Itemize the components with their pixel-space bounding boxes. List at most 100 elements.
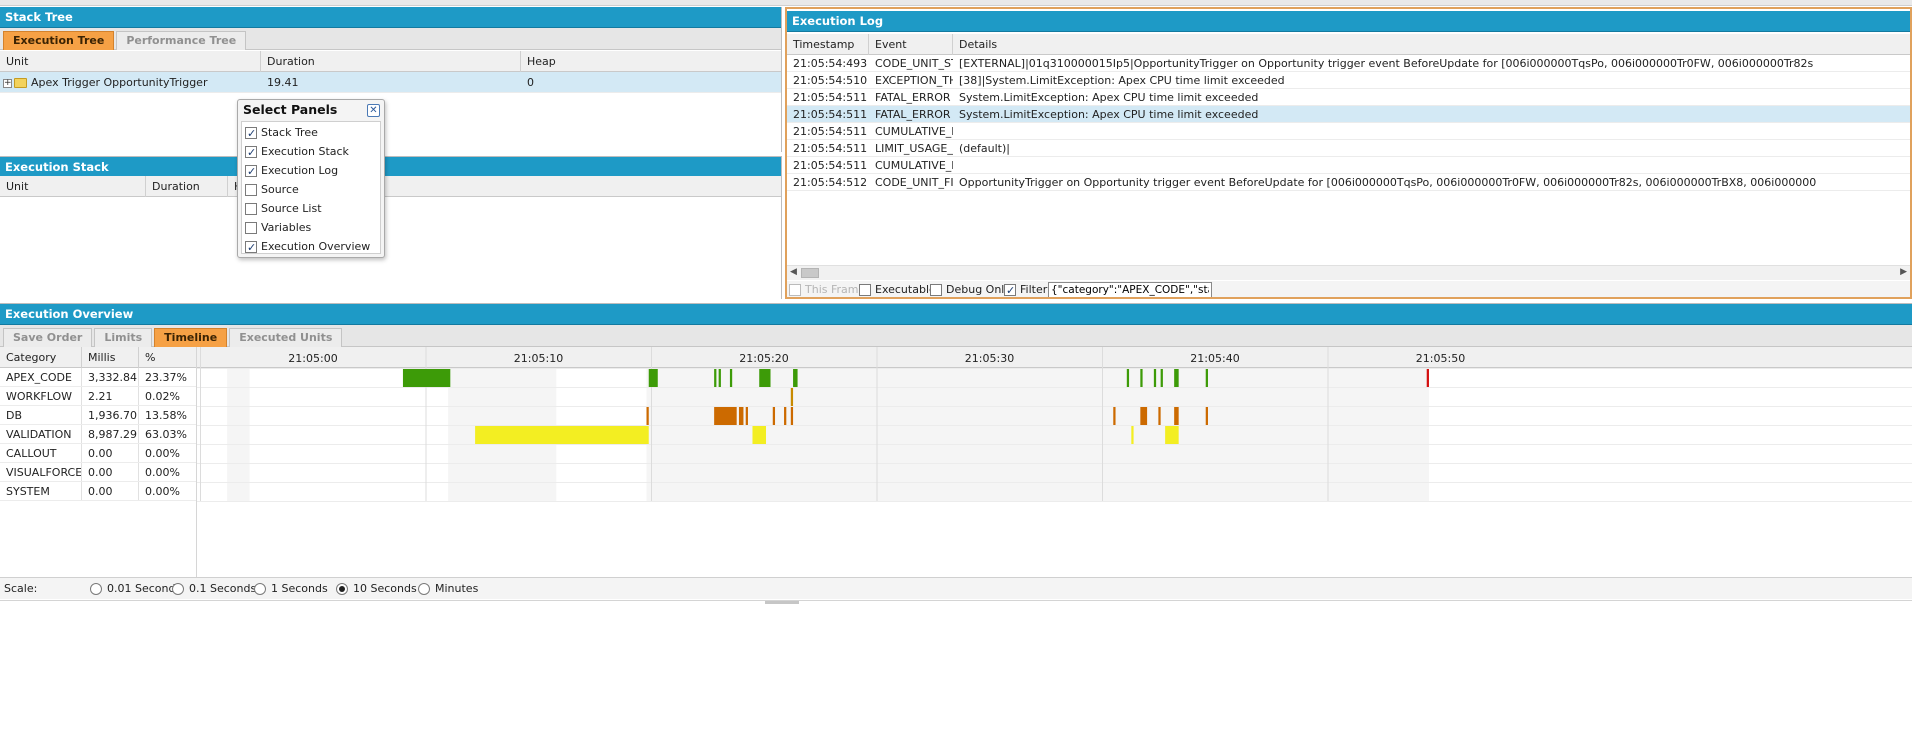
log-row[interactable]: 21:05:54:511 FATAL_ERROR System.LimitExcep…	[787, 106, 1910, 123]
percent-cell: 0.02%	[139, 387, 197, 405]
timeline-event-bar	[714, 369, 717, 387]
checkbox-icon[interactable]	[245, 239, 257, 257]
col-millis[interactable]: Millis	[82, 347, 139, 368]
col-category[interactable]: Category	[0, 347, 82, 368]
log-row[interactable]: 21:05:54:511 CUMULATIVE_L...	[787, 123, 1910, 140]
details-cell: [EXTERNAL]|01q310000015Ip5|OpportunityTr…	[959, 57, 1814, 70]
tab-performance-tree[interactable]: Performance Tree	[116, 31, 247, 50]
scroll-left-icon[interactable]: ◀	[790, 267, 797, 277]
log-row[interactable]: 21:05:54:511 CUMULATIVE_L...	[787, 157, 1910, 174]
log-row[interactable]: 21:05:54:512 CODE_UNIT_FI... OpportunityTr…	[787, 174, 1910, 191]
select-panels-list: Stack Tree Execution Stack Execution Log…	[241, 121, 381, 257]
percent-cell: 0.00%	[139, 444, 197, 462]
tab-execution-tree[interactable]: Execution Tree	[3, 31, 115, 50]
timestamp-cell: 21:05:54:511	[793, 125, 868, 138]
horizontal-scrollbar[interactable]: ◀ ▶	[787, 265, 1910, 280]
scale-option-0-1[interactable]: 0.1 Seconds	[172, 578, 256, 600]
radio-icon[interactable]	[90, 583, 102, 595]
scale-option-10[interactable]: 10 Seconds	[336, 578, 417, 600]
panel-option-label: Source	[261, 183, 299, 196]
category-cell: APEX_CODE	[0, 368, 82, 386]
radio-icon[interactable]	[254, 583, 266, 595]
log-row[interactable]: 21:05:54:511 LIMIT_USAGE_... (default)|	[787, 140, 1910, 157]
timeline-event-bar	[1205, 369, 1208, 387]
timeline-event-bar	[759, 369, 771, 387]
timeline-event-bar	[729, 369, 733, 387]
tab-limits[interactable]: Limits	[94, 328, 153, 347]
timeline-event-bar	[1131, 426, 1134, 444]
details-cell: System.LimitException: Apex CPU time lim…	[959, 108, 1259, 121]
log-row[interactable]: 21:05:54:511 FATAL_ERROR System.LimitExcep…	[787, 89, 1910, 106]
checkbox-icon[interactable]	[930, 284, 942, 296]
col-unit[interactable]: Unit	[0, 51, 261, 72]
radio-icon[interactable]	[172, 583, 184, 595]
event-cell: CUMULATIVE_L...	[875, 159, 953, 172]
col-details[interactable]: Details	[953, 34, 1910, 55]
category-cell: DB	[0, 406, 82, 424]
col-timestamp[interactable]: Timestamp	[787, 34, 869, 55]
checkbox-icon[interactable]	[245, 125, 257, 143]
checkbox-icon[interactable]	[245, 203, 257, 215]
checkbox-icon[interactable]	[245, 184, 257, 196]
expand-icon[interactable]: +	[3, 78, 12, 88]
col-unit[interactable]: Unit	[0, 176, 146, 197]
panel-option-label: Stack Tree	[261, 126, 318, 139]
tab-executed-units[interactable]: Executed Units	[229, 328, 343, 347]
col-event[interactable]: Event	[869, 34, 953, 55]
checkbox-icon[interactable]	[1004, 282, 1016, 297]
filter-option[interactable]: Filter	[1004, 281, 1048, 297]
col-duration[interactable]: Duration	[261, 51, 521, 72]
timeline-header-bg	[197, 347, 1912, 368]
col-duration[interactable]: Duration	[146, 176, 228, 197]
panel-option-execution-overview[interactable]: Execution Overview	[245, 238, 370, 257]
scale-option-label: 10 Seconds	[353, 582, 417, 595]
timeline-event-bar	[1174, 369, 1179, 387]
panel-option-execution-stack[interactable]: Execution Stack	[245, 143, 349, 162]
scroll-thumb[interactable]	[801, 268, 819, 278]
executable-option[interactable]: Executable	[859, 281, 936, 297]
resize-grip[interactable]	[765, 601, 799, 604]
radio-icon[interactable]	[336, 583, 348, 595]
panel-option-source[interactable]: Source	[245, 181, 299, 199]
panel-option-variables[interactable]: Variables	[245, 219, 311, 237]
panel-option-source-list[interactable]: Source List	[245, 200, 322, 218]
panel-option-execution-log[interactable]: Execution Log	[245, 162, 339, 181]
debug-only-option[interactable]: Debug Only	[930, 281, 1011, 297]
col-percent[interactable]: %	[139, 347, 197, 368]
tab-timeline[interactable]: Timeline	[154, 328, 228, 347]
scale-option-minutes[interactable]: Minutes	[418, 578, 478, 600]
scale-option-0-01[interactable]: 0.01 Seconds	[90, 578, 181, 600]
panel-option-stack-tree[interactable]: Stack Tree	[245, 124, 318, 143]
heap-cell: 0	[527, 76, 534, 89]
category-row: WORKFLOW 2.21 0.02%	[0, 387, 197, 406]
radio-icon[interactable]	[418, 583, 430, 595]
event-cell: FATAL_ERROR	[875, 91, 951, 104]
close-icon[interactable]: ✕	[367, 104, 380, 117]
scale-option-1[interactable]: 1 Seconds	[254, 578, 328, 600]
checkbox-icon[interactable]	[245, 144, 257, 162]
checkbox-icon[interactable]	[859, 284, 871, 296]
category-row: VALIDATION 8,987.29 63.03%	[0, 425, 197, 444]
col-heap[interactable]: Heap	[521, 51, 781, 72]
tab-save-order[interactable]: Save Order	[3, 328, 93, 347]
timestamp-cell: 21:05:54:510	[793, 74, 868, 87]
log-row[interactable]: 21:05:54:510 EXCEPTION_TH... [38]|System.L…	[787, 72, 1910, 89]
timeline-event-bar	[752, 426, 767, 444]
panel-option-label: Execution Log	[261, 164, 339, 177]
filter-input[interactable]	[1048, 282, 1212, 297]
timeline-event-bar	[784, 407, 787, 425]
stack-tree-row[interactable]: + Apex Trigger OpportunityTrigger 19.41 0	[0, 72, 781, 93]
timeline-event-bar	[1165, 426, 1179, 444]
log-row[interactable]: 21:05:54:493 CODE_UNIT_ST... [EXTERNAL]|01…	[787, 55, 1910, 72]
event-cell: EXCEPTION_TH...	[875, 74, 953, 87]
timeline-tick-label: 21:05:30	[965, 352, 1014, 365]
checkbox-icon[interactable]	[245, 163, 257, 181]
details-cell: System.LimitException: Apex CPU time lim…	[959, 91, 1259, 104]
details-cell	[953, 123, 1910, 139]
stack-tree-panel: Stack Tree Execution Tree Performance Tre…	[0, 7, 782, 152]
checkbox-icon[interactable]	[245, 222, 257, 234]
scale-bar: Scale: 0.01 Seconds 0.1 Seconds 1 Second…	[0, 577, 1912, 599]
filter-label: Filter	[1020, 283, 1048, 296]
scroll-right-icon[interactable]: ▶	[1900, 267, 1907, 277]
timeline-event-bar	[1153, 369, 1157, 387]
